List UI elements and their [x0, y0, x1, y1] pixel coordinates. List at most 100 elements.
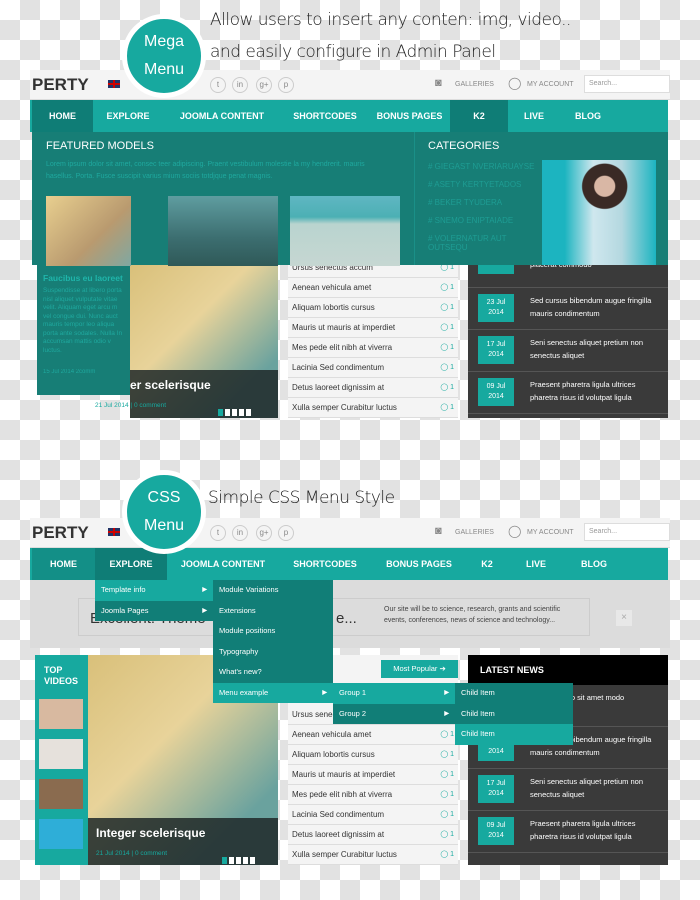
comment-icon: ◯ 1: [440, 324, 454, 331]
featured-thumb-2[interactable]: [168, 196, 278, 266]
linkedin-icon[interactable]: in: [232, 525, 248, 541]
news-title[interactable]: Seni senectus aliquet pretium non senect…: [530, 775, 660, 801]
close-icon[interactable]: ×: [616, 610, 632, 626]
pinterest-icon[interactable]: p: [278, 77, 294, 93]
chevron-right-icon: ▶: [202, 587, 207, 593]
nav-bonus-pages[interactable]: BONUS PAGES: [369, 100, 450, 132]
slide-meta: 21 Jul 2014 | 0 comment: [95, 402, 167, 409]
category-item[interactable]: # GIEGAST NVERIARUAYSE: [428, 162, 538, 171]
dropdown-item[interactable]: Joomla Pages ▶: [95, 601, 213, 622]
category-item[interactable]: # SNEMO ENIPTAIADE: [428, 216, 538, 225]
dropdown-item[interactable]: Child Item: [455, 704, 573, 725]
linkedin-icon[interactable]: in: [232, 77, 248, 93]
my-account-link[interactable]: MY ACCOUNT: [527, 529, 574, 536]
galleries-link[interactable]: GALLERIES: [455, 81, 494, 88]
nav-live[interactable]: LIVE: [507, 548, 565, 580]
nav-shortcodes[interactable]: SHORTCODES: [281, 100, 369, 132]
flag-uk-icon[interactable]: [108, 80, 120, 88]
news-title[interactable]: Praesent pharetra ligula ultrices pharet…: [530, 817, 660, 843]
slide-caption: Integer scelerisque 21 Jul 2014 | 0 comm…: [88, 818, 278, 865]
news-item[interactable]: 17 Jul 2014 Seni senectus aliquet pretium…: [468, 769, 668, 811]
dropdown-item[interactable]: Group 2 ▶: [333, 704, 455, 725]
slide-comments[interactable]: 0 comment: [135, 850, 167, 857]
category-item[interactable]: # VOLERNATUR AUT OUTSEQU: [428, 234, 538, 252]
list-item[interactable]: Mauris ut mauris at imperdiet ◯ 1: [288, 318, 458, 338]
nav-joomla-content[interactable]: JOOMLA CONTENT: [167, 548, 279, 580]
dropdown-item[interactable]: Typography: [213, 642, 333, 663]
twitter-icon[interactable]: t: [210, 525, 226, 541]
my-account-link[interactable]: MY ACCOUNT: [527, 81, 574, 88]
featured-title[interactable]: Faucibus eu laoreet: [43, 273, 124, 283]
list-item[interactable]: Aliquam lobortis cursus ◯ 1: [288, 298, 458, 318]
nav-live[interactable]: LIVE: [508, 100, 560, 132]
list-item[interactable]: Mes pede elit nibh at viverra ◯ 1: [288, 785, 458, 805]
dropdown-item[interactable]: What's new?: [213, 662, 333, 683]
list-item[interactable]: Aenean vehicula amet ◯ 1: [288, 278, 458, 298]
category-item[interactable]: # ASETY KERTYETADOS: [428, 180, 538, 189]
slide-comments[interactable]: 0 comment: [134, 402, 166, 409]
list-item[interactable]: Xulla semper Curabitur luctus ◯ 1: [288, 845, 458, 865]
list-item[interactable]: Aliquam lobortis cursus ◯ 1: [288, 745, 458, 765]
nav-blog[interactable]: BLOG: [560, 100, 616, 132]
news-title[interactable]: Sed cursus bibendum augue fringilla maur…: [530, 294, 660, 320]
featured-thumb-1[interactable]: [46, 196, 131, 266]
twitter-icon[interactable]: t: [210, 77, 226, 93]
video-thumb[interactable]: [39, 819, 83, 849]
search-input[interactable]: Search...: [584, 75, 670, 93]
categories-title: CATEGORIES: [428, 140, 500, 152]
list-item[interactable]: Detus laoreet dignissim at ◯ 1: [288, 825, 458, 845]
dropdown-item[interactable]: Module positions: [213, 621, 333, 642]
nav-k2[interactable]: K2: [467, 548, 507, 580]
nav-bonus-pages[interactable]: BONUS PAGES: [371, 548, 467, 580]
list-item[interactable]: Lacinia Sed condimentum ◯ 1: [288, 805, 458, 825]
dropdown-item[interactable]: Group 1 ▶: [333, 683, 455, 704]
nav-home[interactable]: HOME: [32, 548, 95, 580]
google-plus-icon[interactable]: g+: [256, 77, 272, 93]
google-plus-icon[interactable]: g+: [256, 525, 272, 541]
video-thumb[interactable]: [39, 699, 83, 729]
dropdown-item-label: Module Variations: [219, 585, 279, 594]
pinterest-icon[interactable]: p: [278, 525, 294, 541]
news-title[interactable]: Praesent pharetra ligula ultrices pharet…: [530, 378, 660, 404]
slider-pagination[interactable]: [218, 403, 253, 421]
list-item[interactable]: Mes pede elit nibh at viverra ◯ 1: [288, 338, 458, 358]
dropdown-item[interactable]: Module Variations: [213, 580, 333, 601]
nav-explore[interactable]: EXPLORE: [93, 100, 163, 132]
galleries-link[interactable]: GALLERIES: [455, 529, 494, 536]
most-popular-button[interactable]: Most Popular ➔: [381, 660, 458, 678]
search-input[interactable]: Search...: [584, 523, 670, 541]
dropdown-item[interactable]: Menu example ▶: [213, 682, 333, 703]
comment-count: 1: [450, 344, 454, 351]
news-item[interactable]: 09 Jul 2014 Praesent pharetra ligula ultr…: [468, 372, 668, 414]
list-item[interactable]: Lacinia Sed condimentum ◯ 1: [288, 358, 458, 378]
category-item[interactable]: # BEKER TYUDERA: [428, 198, 538, 207]
video-thumb[interactable]: [39, 779, 83, 809]
nav-blog[interactable]: BLOG: [565, 548, 623, 580]
list-item[interactable]: Aenean vehicula amet ◯ 1: [288, 725, 458, 745]
list-item[interactable]: Xulla semper Curabitur luctus ◯ 1: [288, 398, 458, 418]
flag-uk-icon[interactable]: [108, 528, 120, 536]
news-title[interactable]: Seni senectus aliquet pretium non senect…: [530, 336, 660, 362]
slide-meta: 21 Jul 2014 | 0 comment: [96, 850, 168, 857]
slider-pagination[interactable]: [222, 851, 257, 869]
news-item[interactable]: 17 Jul 2014 Seni senectus aliquet pretium…: [468, 330, 668, 372]
featured-thumb-3[interactable]: [290, 196, 400, 266]
nav-shortcodes[interactable]: SHORTCODES: [279, 548, 371, 580]
category-label: VOLERNATUR AUT OUTSEQU: [428, 234, 507, 252]
nav-home[interactable]: HOME: [32, 100, 93, 132]
nav-k2[interactable]: K2: [450, 100, 508, 132]
bubble-text: CSS: [147, 489, 181, 506]
list-item[interactable]: Mauris ut mauris at imperdiet ◯ 1: [288, 765, 458, 785]
bubble-text: Menu: [143, 517, 185, 534]
nav-joomla-content[interactable]: JOOMLA CONTENT: [163, 100, 281, 132]
news-item[interactable]: 23 Jul 2014 Sed cursus bibendum augue fri…: [468, 288, 668, 330]
dropdown-item[interactable]: Child Item: [455, 683, 573, 704]
dropdown-item[interactable]: Extensions: [213, 601, 333, 622]
dropdown-item[interactable]: Child Item: [455, 724, 573, 745]
dropdown-item[interactable]: Template info ▶: [95, 580, 213, 601]
dropdown-item-label: Module positions: [219, 626, 276, 635]
dropdown-item-label: Joomla Pages: [101, 605, 149, 615]
video-thumb[interactable]: [39, 739, 83, 769]
list-item[interactable]: Detus laoreet dignissim at ◯ 1: [288, 378, 458, 398]
news-item[interactable]: 09 Jul 2014 Praesent pharetra ligula ultr…: [468, 811, 668, 853]
